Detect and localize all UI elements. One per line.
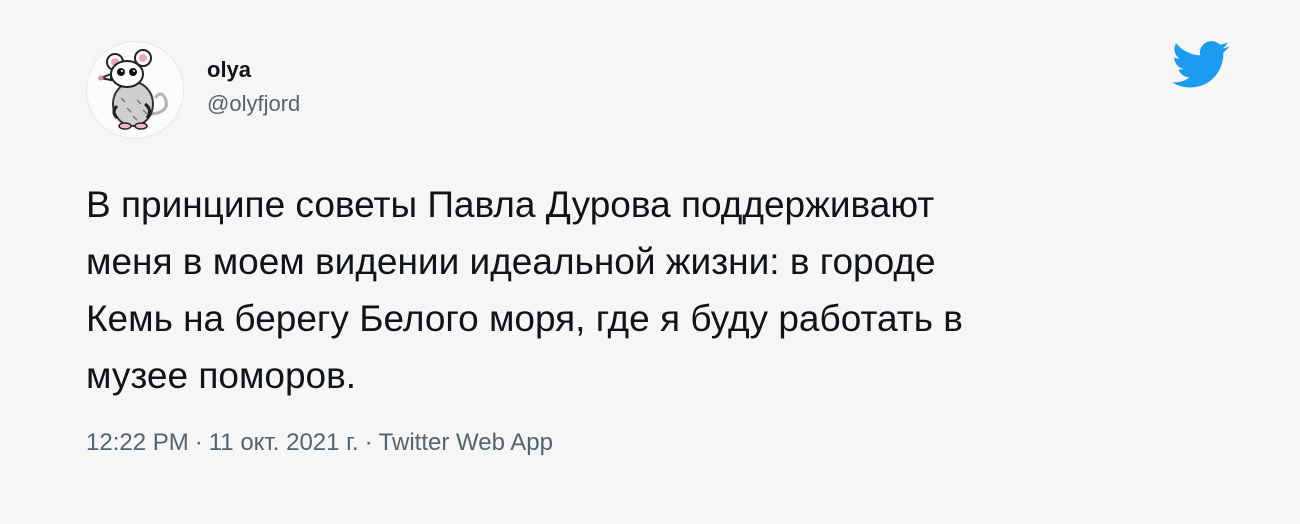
author-block: olya @olyfjord [207, 57, 300, 117]
tweet-text-line: меня в моем видении идеальной жизни: в г… [86, 241, 936, 282]
twitter-bird-icon[interactable] [1172, 40, 1230, 90]
tweet-meta: 12:22 PM · 11 окт. 2021 г. · Twitter Web App [86, 428, 553, 458]
tweet-date[interactable]: 11 окт. 2021 г. [209, 428, 359, 458]
tweet-card: olya @olyfjord В принципе советы Павла Д… [0, 0, 1300, 524]
meta-separator: · [194, 429, 203, 456]
avatar[interactable] [86, 41, 184, 139]
tweet-text-line: музее поморов. [86, 355, 357, 396]
user-handle[interactable]: @olyfjord [207, 91, 300, 117]
display-name[interactable]: olya [207, 57, 300, 83]
opossum-avatar-icon [97, 49, 168, 130]
tweet-text-line: В принципе советы Павла Дурова поддержив… [86, 184, 935, 225]
meta-separator: · [364, 429, 373, 456]
tweet-text: В принципе советы Павла Дурова поддержив… [86, 176, 1206, 404]
tweet-source[interactable]: Twitter Web App [379, 428, 553, 458]
tweet-text-line: Кемь на берегу Белого моря, где я буду р… [86, 298, 963, 339]
tweet-time[interactable]: 12:22 PM [86, 428, 189, 458]
